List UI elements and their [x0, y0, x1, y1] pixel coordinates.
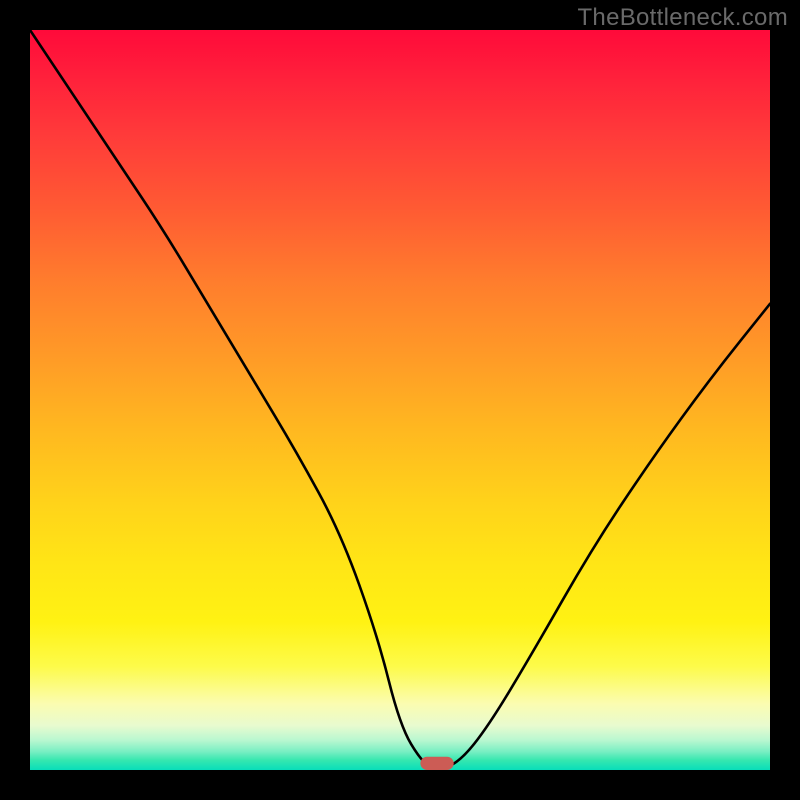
optimum-marker	[420, 757, 453, 770]
chart-frame: TheBottleneck.com	[0, 0, 800, 800]
curve-path	[30, 30, 770, 768]
bottleneck-curve	[30, 30, 770, 770]
watermark-text: TheBottleneck.com	[577, 4, 788, 32]
plot-area	[30, 30, 770, 770]
